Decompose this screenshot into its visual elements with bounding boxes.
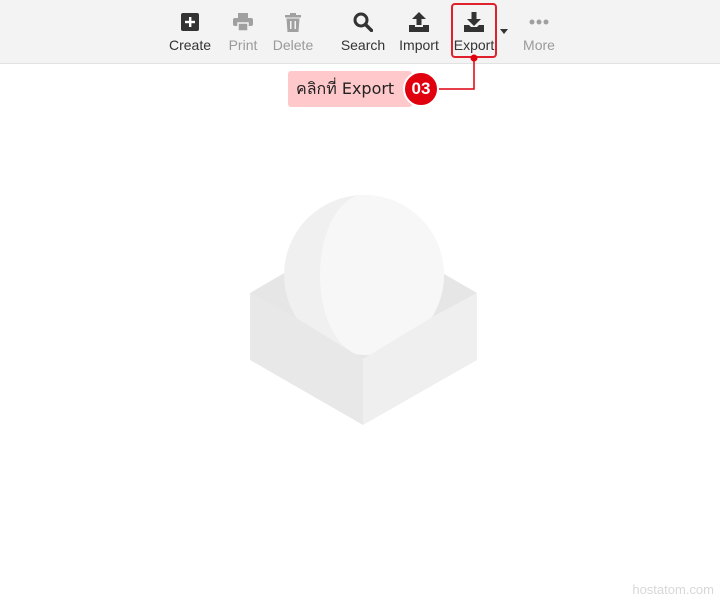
instruction-callout: คลิกที่ Export — [288, 71, 412, 107]
watermark: hostatom.com — [632, 582, 714, 597]
step-badge: 03 — [403, 71, 439, 107]
empty-state-illustration — [250, 195, 477, 425]
